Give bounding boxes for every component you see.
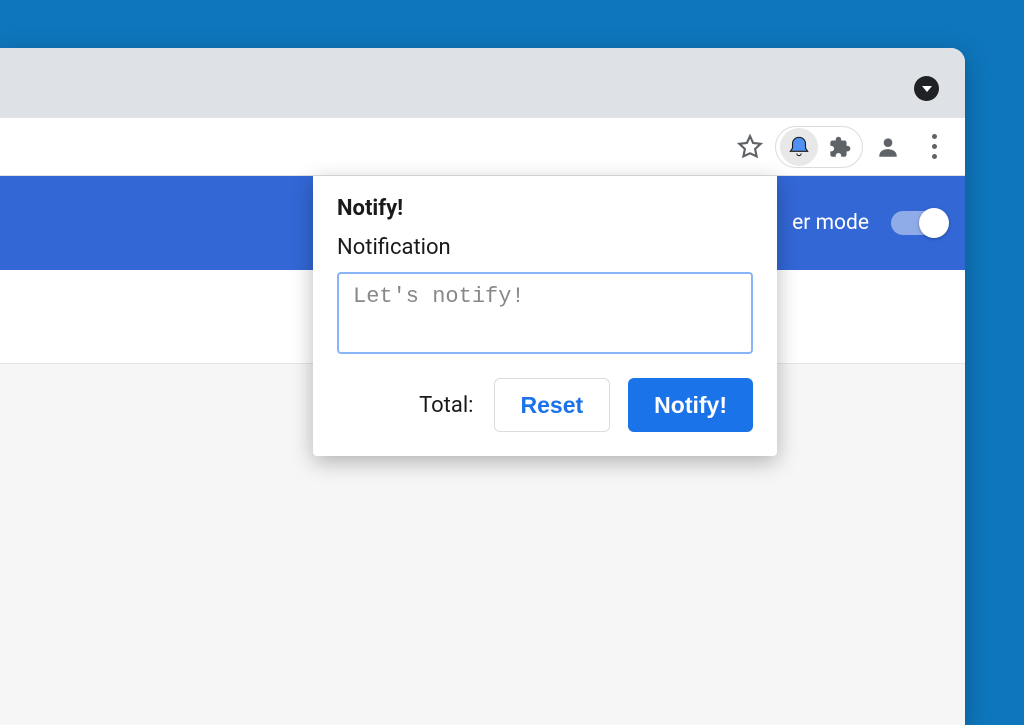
person-icon [875, 134, 901, 160]
toggle-knob [919, 208, 949, 238]
notify-button[interactable]: Notify! [628, 378, 753, 432]
tab-strip [0, 48, 965, 118]
total-label: Total: [419, 393, 473, 418]
browser-menu-button[interactable] [913, 126, 955, 168]
notification-label: Notification [337, 235, 753, 260]
browser-toolbar [0, 118, 965, 176]
notification-input[interactable] [337, 272, 753, 354]
bell-icon [786, 134, 812, 160]
notify-extension-button[interactable] [780, 128, 818, 166]
page-content: er mode Notify! Notification Total: Rese… [0, 176, 965, 725]
developer-mode-label: er mode [792, 211, 869, 235]
popup-footer: Total: Reset Notify! [337, 378, 753, 432]
browser-window: er mode Notify! Notification Total: Rese… [0, 48, 965, 725]
developer-mode-toggle[interactable] [891, 211, 947, 235]
extension-pill [775, 126, 863, 168]
bookmark-star-button[interactable] [729, 126, 771, 168]
puzzle-icon [826, 134, 852, 160]
window-dropdown-button[interactable] [914, 76, 939, 101]
popup-title: Notify! [337, 196, 753, 221]
profile-button[interactable] [867, 126, 909, 168]
extensions-button[interactable] [820, 128, 858, 166]
chevron-down-icon [921, 84, 933, 94]
extension-popup: Notify! Notification Total: Reset Notify… [313, 176, 777, 456]
star-icon [737, 134, 763, 160]
reset-button[interactable]: Reset [494, 378, 611, 432]
